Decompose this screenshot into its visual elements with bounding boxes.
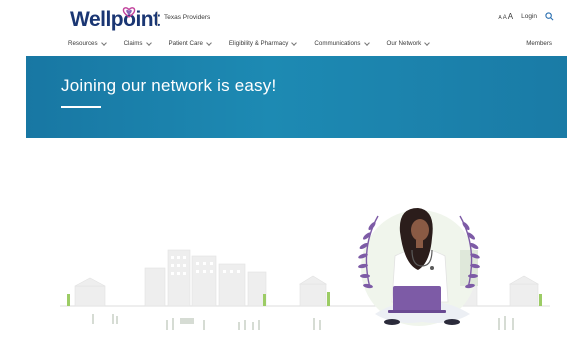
logo-divider	[157, 12, 158, 26]
network-illustration	[60, 208, 550, 330]
nav-item-label: Patient Care	[168, 40, 203, 47]
laptop-icon	[393, 286, 441, 312]
nav-item-claims[interactable]: Claims	[123, 39, 152, 47]
font-size-control: A A A	[498, 12, 513, 21]
chevron-down-icon	[100, 39, 107, 46]
hero-title: Joining our network is easy!	[61, 76, 277, 95]
nav-item-label: Resources	[68, 40, 98, 47]
hero-banner: Joining our network is easy!	[26, 56, 567, 138]
login-link[interactable]: Login	[521, 13, 537, 20]
hero-underline	[61, 106, 101, 108]
nav-item-patient-care[interactable]: Patient Care	[168, 39, 212, 47]
search-icon[interactable]	[545, 12, 554, 21]
chevron-down-icon	[206, 39, 212, 46]
logo-text: Wellpoint	[70, 8, 160, 31]
chevron-down-icon	[291, 39, 298, 46]
font-size-small-button[interactable]: A	[498, 15, 501, 21]
main-nav: Resources Claims Patient Care Eligibilit…	[68, 39, 447, 47]
chevron-down-icon	[363, 39, 370, 46]
nav-item-label: Eligibility & Pharmacy	[228, 40, 289, 47]
nav-item-label: Communications	[314, 40, 361, 47]
heart-flower-icon	[122, 7, 136, 18]
region-label: Texas Providers	[164, 14, 211, 21]
font-size-medium-button[interactable]: A	[503, 15, 507, 21]
wellpoint-logo[interactable]: Wellpoint	[70, 6, 160, 32]
chevron-down-icon	[424, 39, 431, 46]
nav-item-label: Our Network	[386, 40, 422, 47]
nav-item-resources[interactable]: Resources	[68, 39, 107, 47]
nav-item-communications[interactable]: Communications	[314, 39, 370, 47]
font-size-large-button[interactable]: A	[508, 12, 513, 21]
nav-item-label: Claims	[123, 40, 143, 47]
nav-item-eligibility-pharmacy[interactable]: Eligibility & Pharmacy	[228, 39, 298, 47]
site-header: Wellpoint Texas Providers A A A Login Re…	[0, 0, 574, 56]
chevron-down-icon	[145, 39, 152, 46]
nav-item-our-network[interactable]: Our Network	[386, 39, 431, 47]
members-link[interactable]: Members	[526, 40, 552, 47]
utility-bar: A A A Login	[498, 12, 554, 21]
